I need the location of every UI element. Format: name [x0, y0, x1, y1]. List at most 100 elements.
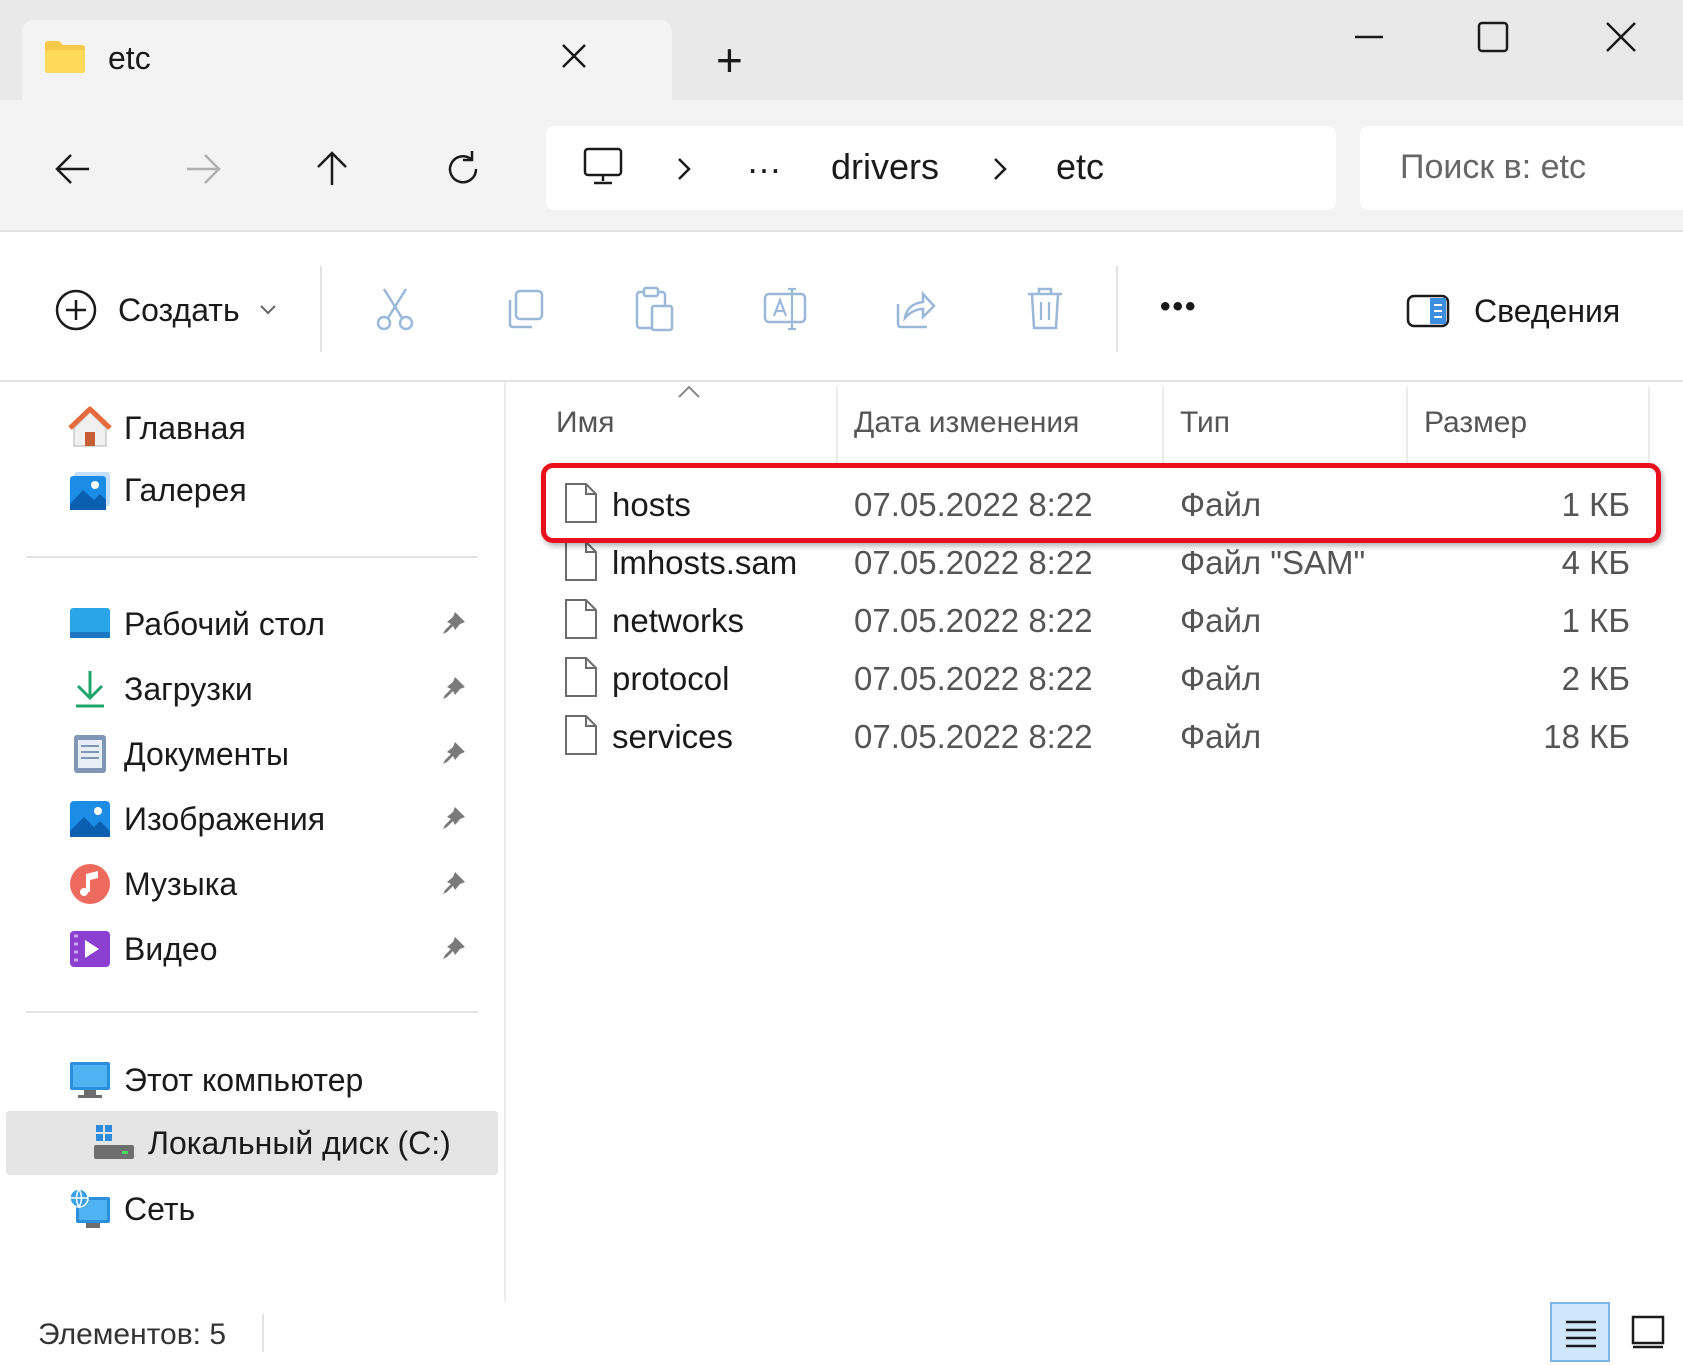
paste-icon [635, 286, 674, 332]
sidebar-divider [26, 1011, 478, 1013]
chevron-right-icon [678, 158, 691, 180]
sidebar-item-label: Видео [124, 930, 218, 967]
file-icon [565, 541, 597, 581]
sidebar-item-label: Изображения [124, 800, 326, 837]
sidebar-item-label: Рабочий стол [124, 605, 325, 642]
music-icon [70, 864, 110, 904]
file-icon [565, 657, 597, 697]
file-icon [565, 599, 597, 639]
sidebar-item-label: Музыка [124, 865, 238, 902]
new-tab-button[interactable]: + [716, 32, 743, 88]
toolbar-divider [1116, 266, 1118, 352]
pin-icon[interactable] [438, 674, 468, 704]
desktop-icon [70, 608, 110, 638]
breadcrumb-drivers[interactable]: drivers [831, 146, 939, 188]
file-type: Файл [1180, 660, 1262, 697]
file-name: protocol [612, 660, 730, 697]
downloads-icon [76, 671, 104, 708]
column-separator[interactable] [1162, 386, 1164, 468]
search-input[interactable]: Поиск в: etc [1360, 126, 1683, 210]
back-button[interactable] [38, 134, 108, 204]
sidebar-item-network[interactable]: Сеть [68, 1179, 488, 1239]
pin-icon[interactable] [438, 804, 468, 834]
file-size: 2 КБ [1561, 660, 1630, 697]
maximize-icon[interactable] [1474, 18, 1512, 56]
column-separator[interactable] [1648, 386, 1650, 468]
toolbar-divider [320, 266, 322, 352]
sidebar-item-label: Локальный диск (C:) [148, 1124, 451, 1161]
breadcrumb-ellipsis[interactable]: … [746, 140, 782, 182]
pin-icon[interactable] [438, 609, 468, 639]
network-icon [69, 1188, 110, 1228]
column-header-name[interactable]: Имя [556, 406, 614, 440]
close-window-icon[interactable] [1602, 18, 1640, 56]
pictures-icon [70, 801, 110, 837]
sidebar-item-label: Загрузки [124, 670, 253, 707]
videos-icon [70, 931, 110, 967]
details-view-button[interactable] [1550, 1302, 1610, 1362]
chevron-right-icon [994, 158, 1007, 180]
sidebar-divider [26, 556, 478, 558]
cut-button[interactable] [360, 274, 430, 344]
arrow-right-icon [187, 154, 221, 184]
sidebar-item-label: Сеть [124, 1190, 196, 1227]
up-button[interactable] [297, 134, 367, 204]
details-pane-button[interactable]: Сведения [1406, 286, 1620, 336]
pin-icon[interactable] [438, 869, 468, 899]
more-options-button[interactable]: ••• [1160, 290, 1198, 324]
sidebar-item-home[interactable]: Главная [68, 398, 488, 458]
file-type: Файл "SAM" [1180, 544, 1366, 581]
table-row[interactable]: services 07.05.2022 8:22 Файл 18 КБ [548, 708, 1648, 764]
table-row[interactable]: networks 07.05.2022 8:22 Файл 1 КБ [548, 592, 1648, 648]
pin-icon[interactable] [438, 739, 468, 769]
table-row[interactable]: protocol 07.05.2022 8:22 Файл 2 КБ [548, 650, 1648, 706]
sidebar-item-music[interactable]: Музыка [68, 854, 498, 914]
close-tab-icon[interactable] [560, 42, 588, 70]
file-type: Файл [1180, 718, 1262, 755]
sidebar-item-documents[interactable]: Документы [68, 724, 498, 784]
sidebar-item-gallery[interactable]: Галерея [68, 460, 488, 520]
create-button[interactable]: Создать [54, 284, 278, 336]
column-header-type[interactable]: Тип [1180, 406, 1230, 440]
file-date: 07.05.2022 8:22 [854, 718, 1093, 755]
pin-icon[interactable] [438, 934, 468, 964]
search-placeholder: Поиск в: etc [1400, 148, 1586, 186]
minimize-icon[interactable] [1352, 20, 1386, 54]
tiles-view-button[interactable] [1620, 1304, 1676, 1360]
rename-icon [763, 287, 807, 331]
column-header-size[interactable]: Размер [1424, 406, 1527, 440]
sidebar-item-downloads[interactable]: Загрузки [68, 659, 498, 719]
refresh-button[interactable] [428, 134, 498, 204]
sidebar-item-this-pc[interactable]: Этот компьютер [68, 1050, 488, 1110]
paste-button[interactable] [620, 274, 690, 344]
column-separator[interactable] [1406, 386, 1408, 468]
rename-button[interactable] [750, 274, 820, 344]
sidebar-item-videos[interactable]: Видео [68, 919, 498, 979]
delete-button[interactable] [1010, 274, 1080, 344]
forward-button[interactable] [168, 134, 238, 204]
this-pc-icon [70, 1062, 110, 1098]
copy-button[interactable] [490, 274, 560, 344]
plus-circle-icon [55, 289, 97, 331]
address-bar[interactable]: … drivers etc [546, 126, 1336, 210]
share-button[interactable] [880, 274, 950, 344]
refresh-icon [448, 151, 478, 184]
tab-etc[interactable]: etc [22, 20, 672, 102]
status-divider [262, 1314, 264, 1352]
sidebar-item-desktop[interactable]: Рабочий стол [68, 594, 498, 654]
details-pane-icon [1406, 294, 1450, 328]
sidebar-item-pictures[interactable]: Изображения [68, 789, 498, 849]
column-header-date[interactable]: Дата изменения [854, 406, 1079, 440]
file-date: 07.05.2022 8:22 [854, 660, 1093, 697]
create-label: Создать [118, 291, 240, 328]
breadcrumb-etc[interactable]: etc [1056, 146, 1104, 188]
trash-icon [1028, 287, 1062, 330]
arrow-up-icon [317, 151, 347, 185]
column-separator[interactable] [836, 386, 838, 468]
sidebar-item-label: Главная [124, 409, 246, 446]
sidebar-item-local-disk[interactable]: Локальный диск (C:) [92, 1113, 492, 1173]
details-label: Сведения [1474, 292, 1621, 329]
file-size: 4 КБ [1561, 544, 1630, 581]
highlight-annotation [541, 463, 1661, 543]
tab-title: etc [108, 40, 151, 76]
